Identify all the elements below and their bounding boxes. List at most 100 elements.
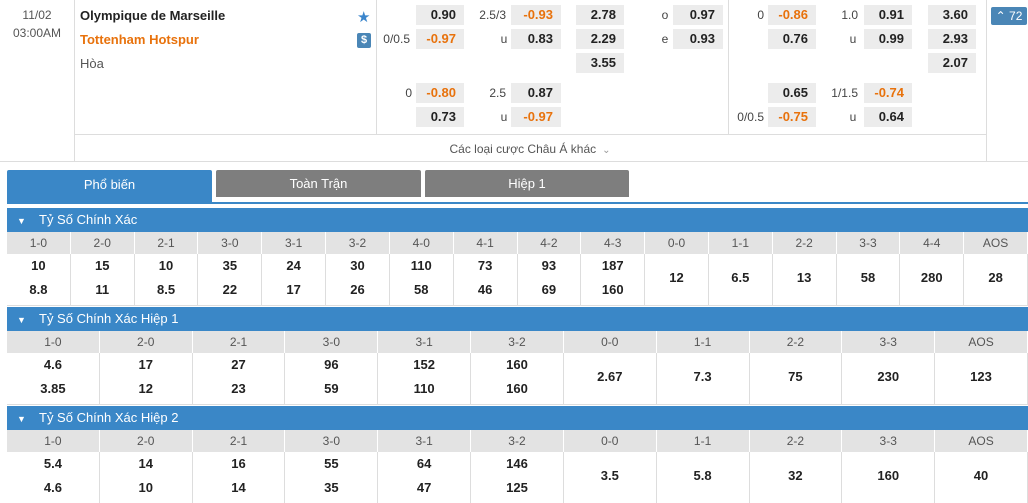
h1-alt-ou-under-odd[interactable]: 0.64: [864, 107, 912, 127]
h1-hdp-away-odd[interactable]: 0.76: [768, 29, 816, 49]
away-score-odd[interactable]: 160: [471, 381, 563, 396]
away-score-odd[interactable]: 46: [454, 282, 517, 297]
away-score-odd[interactable]: 3.85: [7, 381, 99, 396]
h1-alt-hdp-home-odd[interactable]: 0.65: [768, 83, 816, 103]
dollar-icon[interactable]: $: [357, 33, 371, 48]
h1-alt-hdp-away-odd[interactable]: -0.75: [768, 107, 816, 127]
score-odds-cell[interactable]: 5.4 4.6: [7, 452, 100, 503]
away-score-odd[interactable]: 14: [193, 480, 285, 495]
home-score-odd[interactable]: 160: [471, 357, 563, 372]
ft-oe-odd-odd[interactable]: 0.97: [673, 5, 723, 25]
score-odds-cell[interactable]: 28: [964, 254, 1028, 306]
more-markets-button[interactable]: ⌃ 72: [991, 7, 1027, 25]
score-odds-cell[interactable]: 96 59: [285, 353, 379, 405]
score-odds-cell[interactable]: 187 160: [581, 254, 646, 306]
ft-ou-over-odd[interactable]: -0.93: [511, 5, 561, 25]
away-score-odd[interactable]: 35: [285, 480, 377, 495]
away-score-odd[interactable]: 26: [326, 282, 389, 297]
draw-score-odd[interactable]: 123: [935, 369, 1027, 384]
score-odds-cell[interactable]: 17 12: [99, 353, 193, 405]
score-odds-cell[interactable]: 73 46: [453, 254, 518, 306]
h1-1x2-draw-odd[interactable]: 2.07: [928, 53, 976, 73]
away-score-odd[interactable]: 11: [71, 282, 134, 297]
score-odds-cell[interactable]: 280: [900, 254, 965, 306]
away-score-odd[interactable]: 17: [262, 282, 325, 297]
away-score-odd[interactable]: 10: [100, 480, 192, 495]
away-score-odd[interactable]: 8.8: [7, 282, 70, 297]
score-odds-cell[interactable]: 146 125: [471, 452, 564, 503]
away-team[interactable]: Tottenham Hotspur: [80, 32, 199, 47]
score-odds-cell[interactable]: 10 8.8: [7, 254, 71, 306]
h1-1x2-away-odd[interactable]: 2.93: [928, 29, 976, 49]
draw-score-odd[interactable]: 12: [645, 270, 708, 285]
score-odds-cell[interactable]: 75: [749, 353, 843, 405]
tab-popular[interactable]: Phổ biến: [7, 170, 212, 204]
home-score-odd[interactable]: 27: [193, 357, 285, 372]
score-odds-cell[interactable]: 93 69: [517, 254, 582, 306]
draw-score-odd[interactable]: 32: [750, 468, 842, 483]
draw-score-odd[interactable]: 5.8: [657, 468, 749, 483]
home-score-odd[interactable]: 24: [262, 258, 325, 273]
more-asian-bets-toggle[interactable]: Các loại cược Châu Á khác ⌄: [74, 134, 986, 162]
draw-score-odd[interactable]: 160: [842, 468, 934, 483]
home-score-odd[interactable]: 4.6: [7, 357, 99, 372]
score-odds-cell[interactable]: 16 14: [193, 452, 286, 503]
draw-score-odd[interactable]: 280: [900, 270, 963, 285]
home-team[interactable]: Olympique de Marseille: [80, 8, 225, 23]
score-odds-cell[interactable]: 35 22: [198, 254, 263, 306]
score-odds-cell[interactable]: 14 10: [100, 452, 193, 503]
draw-score-odd[interactable]: 3.5: [564, 468, 656, 483]
away-score-odd[interactable]: 4.6: [7, 480, 99, 495]
away-score-odd[interactable]: 8.5: [135, 282, 198, 297]
ft-alt-ou-under-odd[interactable]: -0.97: [511, 107, 561, 127]
draw-score-odd[interactable]: 2.67: [564, 369, 656, 384]
section-header[interactable]: ▼ Tỷ Số Chính Xác Hiệp 2: [7, 406, 1028, 430]
score-odds-cell[interactable]: 123: [935, 353, 1028, 405]
score-odds-cell[interactable]: 10 8.5: [134, 254, 199, 306]
draw-score-odd[interactable]: 28: [964, 270, 1027, 285]
h1-alt-ou-over-odd[interactable]: -0.74: [864, 83, 912, 103]
score-odds-cell[interactable]: 6.5: [708, 254, 773, 306]
ft-oe-even-odd[interactable]: 0.93: [673, 29, 723, 49]
home-score-odd[interactable]: 10: [135, 258, 198, 273]
draw-score-odd[interactable]: 58: [837, 270, 900, 285]
score-odds-cell[interactable]: 64 47: [378, 452, 472, 503]
tab-first-half[interactable]: Hiệp 1: [425, 170, 629, 197]
ft-alt-ou-over-odd[interactable]: 0.87: [511, 83, 561, 103]
score-odds-cell[interactable]: 32: [750, 452, 843, 503]
away-score-odd[interactable]: 47: [378, 480, 470, 495]
section-header[interactable]: ▼ Tỷ Số Chính Xác: [7, 208, 1028, 232]
home-score-odd[interactable]: 35: [198, 258, 261, 273]
away-score-odd[interactable]: 59: [285, 381, 377, 396]
home-score-odd[interactable]: 10: [7, 258, 70, 273]
ft-ou-under-odd[interactable]: 0.83: [511, 29, 561, 49]
score-odds-cell[interactable]: 13: [772, 254, 837, 306]
home-score-odd[interactable]: 55: [285, 456, 377, 471]
star-icon[interactable]: ★: [357, 8, 370, 26]
score-odds-cell[interactable]: 5.8: [657, 452, 750, 503]
tab-full-time[interactable]: Toàn Trận: [216, 170, 421, 197]
section-header[interactable]: ▼ Tỷ Số Chính Xác Hiệp 1: [7, 307, 1028, 331]
ft-hdp-home-odd[interactable]: 0.90: [416, 5, 464, 25]
score-odds-cell[interactable]: 58: [836, 254, 901, 306]
draw-score-odd[interactable]: 13: [773, 270, 836, 285]
score-odds-cell[interactable]: 55 35: [285, 452, 379, 503]
ft-1x2-home-odd[interactable]: 2.78: [576, 5, 624, 25]
away-score-odd[interactable]: 23: [193, 381, 285, 396]
draw-score-odd[interactable]: 7.3: [657, 369, 749, 384]
away-score-odd[interactable]: 22: [198, 282, 261, 297]
home-score-odd[interactable]: 152: [378, 357, 470, 372]
home-score-odd[interactable]: 5.4: [7, 456, 99, 471]
away-score-odd[interactable]: 125: [471, 480, 563, 495]
home-score-odd[interactable]: 16: [193, 456, 285, 471]
home-score-odd[interactable]: 93: [518, 258, 581, 273]
h1-ou-over-odd[interactable]: 0.91: [864, 5, 912, 25]
away-score-odd[interactable]: 110: [378, 381, 470, 396]
ft-alt-hdp-home-odd[interactable]: -0.80: [416, 83, 464, 103]
draw-score-odd[interactable]: 230: [842, 369, 934, 384]
ft-1x2-away-odd[interactable]: 2.29: [576, 29, 624, 49]
score-odds-cell[interactable]: 27 23: [192, 353, 286, 405]
draw-score-odd[interactable]: 40: [935, 468, 1027, 483]
score-odds-cell[interactable]: 3.5: [564, 452, 657, 503]
home-score-odd[interactable]: 64: [378, 456, 470, 471]
